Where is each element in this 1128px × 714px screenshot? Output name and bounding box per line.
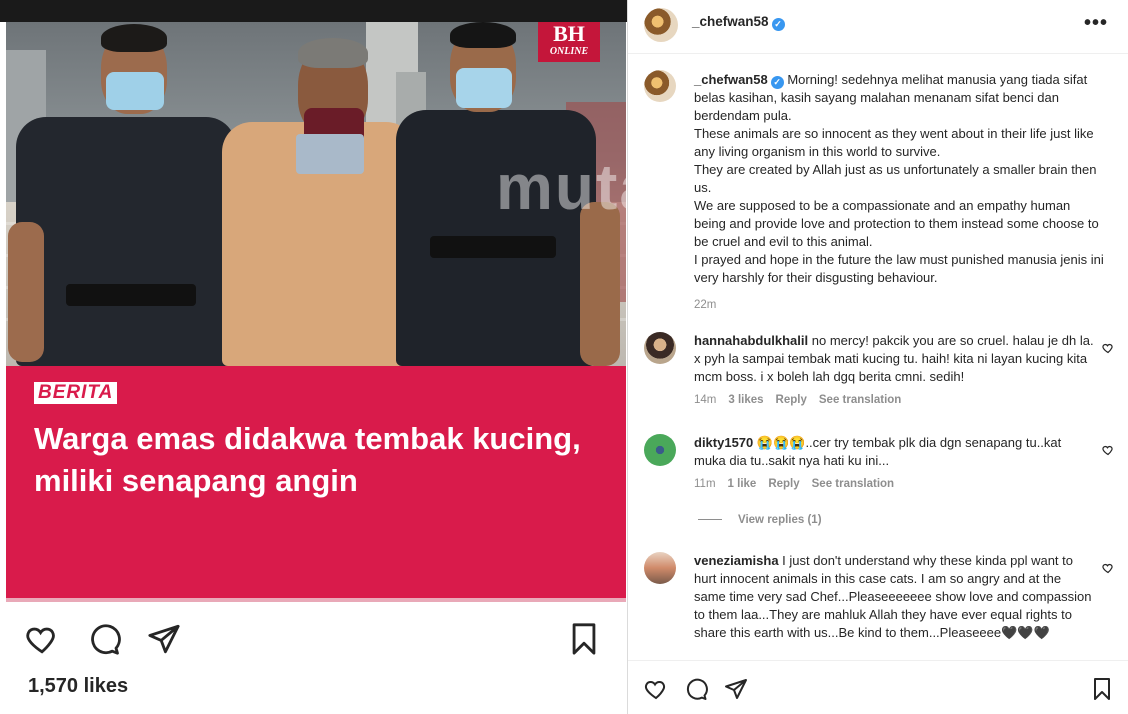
- comment-action-bar: [628, 660, 1128, 714]
- comment-text: veneziamisha I just don't understand why…: [694, 552, 1094, 642]
- caption-username[interactable]: _chefwan58: [694, 72, 768, 87]
- news-banner: BERITA Warga emas didakwa tembak kucing,…: [6, 366, 626, 598]
- caption-line: They are created by Allah just as us unf…: [694, 162, 1097, 195]
- see-translation-button[interactable]: See translation: [812, 478, 894, 490]
- see-translation-button[interactable]: See translation: [819, 394, 901, 406]
- comment-likes[interactable]: 1 like: [728, 478, 757, 490]
- share-icon[interactable]: [724, 677, 748, 701]
- avatar[interactable]: [644, 332, 676, 364]
- caption-line: We are supposed to be a compassionate an…: [694, 198, 1099, 249]
- avatar[interactable]: [644, 552, 676, 584]
- caption-line: _chefwan58 ✓ Morning! sedehnya melihat ma…: [694, 71, 1104, 125]
- heart-icon[interactable]: [1102, 342, 1114, 354]
- header-username[interactable]: _chefwan58: [692, 14, 769, 29]
- replies-line: [698, 519, 722, 521]
- top-bar: [0, 0, 627, 22]
- watermark: mutai: [496, 151, 626, 223]
- verified-badge-icon: ✓: [771, 18, 785, 31]
- comment-username[interactable]: hannahabdulkhalil: [694, 333, 808, 348]
- caption-line: These animals are so innocent as they we…: [694, 126, 1094, 159]
- header-username-row: _chefwan58 ✓: [692, 14, 785, 31]
- post-panel: mutai BH ONLINE BERITA Warga emas didakw…: [0, 0, 628, 714]
- comment-meta: 14m 3 likes Reply See translation: [694, 394, 913, 406]
- heart-icon[interactable]: [1102, 444, 1114, 456]
- bookmark-icon[interactable]: [1090, 677, 1114, 701]
- heart-icon[interactable]: [644, 677, 668, 701]
- comment-time: 11m: [694, 478, 716, 490]
- reply-button[interactable]: Reply: [768, 478, 799, 490]
- comment-username[interactable]: veneziamisha: [694, 553, 779, 568]
- bh-online-logo: BH ONLINE: [538, 22, 600, 62]
- verified-badge-icon: ✓: [770, 76, 784, 89]
- comment-time: 14m: [694, 394, 717, 406]
- avatar[interactable]: [644, 70, 676, 102]
- post-image[interactable]: mutai BH ONLINE: [6, 22, 626, 366]
- share-icon[interactable]: [146, 622, 182, 656]
- cut-off-caption: [28, 708, 568, 714]
- post-header: _chefwan58 ✓ •••: [628, 0, 1128, 54]
- comment-text: dikty1570 😭😭😭..cer try tembak plk dia dg…: [694, 434, 1094, 470]
- comment-icon[interactable]: [684, 677, 708, 701]
- caption-line: I prayed and hope in the future the law …: [694, 252, 1104, 285]
- comment-meta: 11m 1 like Reply See translation: [694, 478, 906, 490]
- banner-divider: [6, 598, 626, 602]
- view-replies-label[interactable]: View replies (1): [738, 514, 822, 526]
- view-replies-button[interactable]: View replies (1): [698, 514, 822, 526]
- heart-icon[interactable]: [1102, 562, 1114, 574]
- logo-main-text: BH: [553, 22, 585, 46]
- likes-count[interactable]: 1,570 likes: [28, 675, 128, 698]
- logo-sub-text: ONLINE: [549, 46, 589, 57]
- comment-likes[interactable]: 3 likes: [728, 394, 763, 406]
- caption-text: _chefwan58 ✓ Morning! sedehnya melihat ma…: [694, 71, 1104, 314]
- comments-panel: _chefwan58 ✓ ••• _chefwan58 ✓ Morning! sed…: [628, 0, 1128, 714]
- banner-headline: Warga emas didakwa tembak kucing, miliki…: [34, 421, 581, 498]
- comment-text: hannahabdulkhalil no mercy! pakcik you a…: [694, 332, 1094, 386]
- bookmark-icon[interactable]: [566, 622, 602, 656]
- heart-icon[interactable]: [24, 622, 60, 656]
- caption-time: 22m: [694, 299, 717, 311]
- banner-tag: BERITA: [34, 382, 118, 404]
- comment-username[interactable]: dikty1570: [694, 435, 753, 450]
- avatar[interactable]: [644, 8, 678, 42]
- more-icon[interactable]: •••: [1084, 12, 1108, 35]
- comment-icon[interactable]: [86, 622, 122, 656]
- post-action-bar: [0, 614, 627, 662]
- reply-button[interactable]: Reply: [776, 394, 807, 406]
- avatar[interactable]: [644, 434, 676, 466]
